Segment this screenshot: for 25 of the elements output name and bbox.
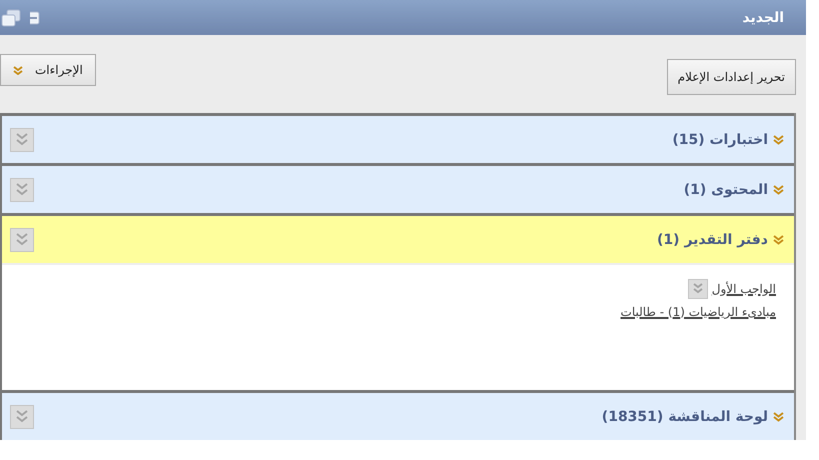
chevron-icon [773, 134, 784, 144]
section-header[interactable]: اختبارات (15) [2, 113, 794, 163]
section-header[interactable]: لوحة المناقشة (18351) [2, 390, 794, 440]
chevron-icon [773, 184, 784, 194]
chevron-icon [773, 234, 784, 244]
menu-button-icon[interactable] [688, 279, 708, 299]
chevron-icon [13, 66, 23, 74]
edit-notification-settings-button[interactable]: تحرير إعدادات الإعلام [666, 58, 796, 94]
section-title: لوحة المناقشة (18351) [602, 408, 768, 424]
actions-button[interactable]: الإجراءات [0, 54, 96, 86]
menu-button-icon[interactable] [10, 228, 34, 252]
menu-button-icon[interactable] [10, 404, 34, 428]
section-title: دفتر التقدير (1) [657, 232, 768, 248]
minimize-icon[interactable] [30, 10, 40, 26]
menu-button-icon[interactable] [10, 178, 34, 202]
chevron-icon [773, 412, 784, 422]
course-link[interactable]: مبادىء الرياضيات (1) - طالبات [620, 305, 776, 319]
item-link[interactable]: الواجب الأول [712, 282, 776, 296]
section-header[interactable]: المحتوى (1) [2, 163, 794, 213]
section-title: اختبارات (15) [672, 132, 768, 148]
restore-icon[interactable] [0, 8, 22, 26]
menu-button-icon[interactable] [10, 128, 34, 152]
section-header[interactable]: دفتر التقدير (1) [2, 213, 794, 263]
section-title: المحتوى (1) [684, 182, 768, 198]
panel-title: الجديد [742, 10, 784, 26]
